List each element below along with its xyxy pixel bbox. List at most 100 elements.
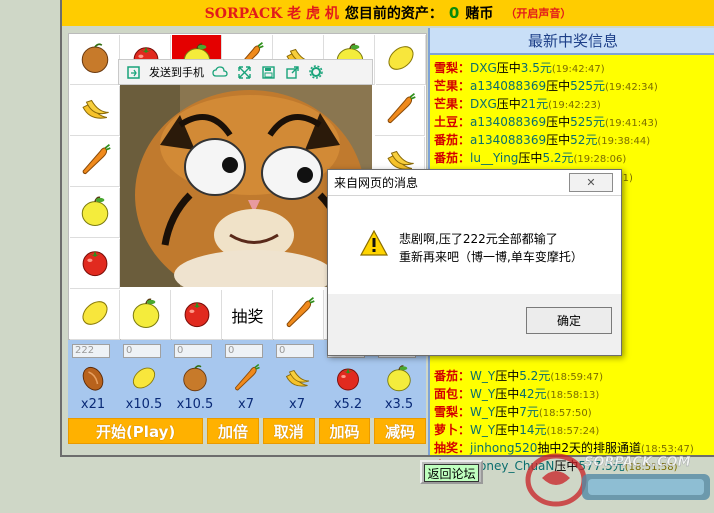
header-bar: SORPACK 老 虎 机 您目前的资产： 0 赌币 （开启声音） — [62, 0, 714, 26]
winner-row: 雪梨：DXG压中3.5元(19:42:47) — [434, 59, 714, 77]
bet-column-banana: 0 x7 — [272, 340, 322, 418]
winner-row: 芒果：a134088369压中525元(19:42:34) — [434, 77, 714, 95]
winner-fruit: 番茄： — [434, 151, 471, 166]
board-cell-banana — [70, 86, 120, 136]
winner-amount: 52元 — [570, 133, 598, 148]
winner-row: 番茄：lu__Ying压中5.2元(19:28:06) — [434, 149, 714, 167]
sorpack-watermark-logo: SORPACK.COM — [522, 444, 714, 510]
winner-time: (19:28:06) — [573, 154, 627, 166]
cloud-icon[interactable] — [212, 64, 228, 80]
lemon-icon[interactable] — [129, 362, 159, 394]
lower-button[interactable]: 减码 — [374, 418, 427, 444]
winner-user[interactable]: W_Y — [470, 423, 495, 437]
save-icon[interactable] — [260, 64, 276, 80]
tomato-icon — [78, 245, 112, 282]
winner-row: 番茄：W_Y压中5.2元(18:59:47) — [434, 367, 714, 385]
winner-text: 压中 — [495, 422, 520, 437]
winner-time: (19:38:44) — [597, 136, 651, 148]
winner-amount: 42元 — [519, 386, 547, 401]
winner-time: (19:42:23) — [548, 100, 601, 112]
board-cell-tomato — [172, 290, 222, 340]
winner-user[interactable]: DXG — [470, 61, 497, 75]
start-button[interactable]: 开始(Play) — [68, 418, 204, 444]
bet-column-carrot: 0 x7 — [221, 340, 271, 418]
phone-send-icon[interactable] — [125, 64, 141, 80]
board-cell-apple — [70, 188, 120, 238]
carrot-icon[interactable] — [231, 362, 261, 394]
carrot-icon — [78, 143, 112, 180]
dialog-message-line2: 重新再来吧（博一博,单车变摩托） — [399, 250, 583, 264]
bet-input-lemon[interactable]: 0 — [123, 344, 161, 358]
winner-fruit: 雪梨： — [434, 404, 471, 419]
apple-icon — [78, 194, 112, 231]
board-cell-lemon — [70, 290, 120, 340]
winner-user[interactable]: a134088369 — [470, 115, 546, 129]
winner-row: 萝卜：W_Y压中14元(18:57:24) — [434, 421, 714, 439]
expand-icon[interactable] — [236, 64, 252, 80]
double-button[interactable]: 加倍 — [207, 418, 259, 444]
winner-user[interactable]: lu__Ying — [470, 151, 518, 165]
winner-fruit: 面包： — [434, 386, 471, 401]
winner-fruit: 番茄： — [434, 133, 471, 148]
brand-title: SORPACK 老 虎 机 — [204, 6, 339, 22]
winner-user[interactable]: W_Y — [470, 387, 495, 401]
send-to-phone-button[interactable]: 发送到手机 — [149, 64, 204, 80]
bet-input-bread[interactable]: 222 — [72, 344, 110, 358]
dialog-ok-button[interactable]: 确定 — [526, 307, 612, 334]
svg-text:SORPACK.COM: SORPACK.COM — [584, 455, 691, 470]
winner-time: (18:59:47) — [550, 371, 604, 383]
bet-column-orange: 0 x10.5 — [170, 340, 220, 418]
bet-input-banana[interactable]: 0 — [276, 344, 314, 358]
bet-multiplier-orange: x10.5 — [176, 397, 214, 412]
winner-user[interactable]: W_Y — [470, 369, 495, 383]
apple-icon[interactable] — [384, 362, 414, 394]
winner-text: 压中 — [496, 97, 521, 112]
settings-icon[interactable] — [308, 64, 324, 80]
winner-text: 压中 — [546, 79, 571, 94]
back-to-forum-label: 返回论坛 — [424, 464, 479, 482]
winner-text: 压中 — [546, 133, 571, 148]
winner-fruit: 番茄： — [434, 368, 471, 383]
winner-amount: 5.2元 — [542, 151, 574, 166]
winner-user[interactable]: DXG — [470, 97, 497, 111]
share-icon[interactable] — [284, 64, 300, 80]
dialog-close-button[interactable]: ✕ — [569, 173, 613, 192]
winner-fruit: 芒果： — [434, 97, 471, 112]
bet-input-carrot[interactable]: 0 — [225, 344, 263, 358]
tomato-icon[interactable] — [333, 362, 363, 394]
bread-icon[interactable] — [78, 362, 108, 394]
banana-icon[interactable] — [282, 362, 312, 394]
board-cell-apple — [121, 290, 171, 340]
bet-multiplier-bread: x21 — [80, 397, 106, 412]
winner-row: 土豆：a134088369压中525元(19:41:43) — [434, 113, 714, 131]
winner-time: (19:41:43) — [605, 118, 658, 130]
assets-label: 您目前的资产： — [344, 6, 443, 22]
orange-icon — [78, 41, 112, 78]
winner-row: 面包：W_Y压中42元(18:58:13) — [434, 385, 714, 403]
winner-user[interactable]: a134088369 — [470, 79, 546, 93]
winner-amount: 525元 — [570, 115, 606, 130]
bet-multiplier-lemon: x10.5 — [125, 397, 163, 412]
winner-fruit: 土豆： — [434, 115, 471, 130]
winner-time: (19:42:47) — [551, 64, 605, 75]
raise-button[interactable]: 加码 — [318, 418, 371, 444]
board-cell-lemon — [376, 35, 426, 85]
winner-row: 雪梨：W_Y压中7元(18:57:50) — [434, 403, 714, 421]
winner-user[interactable]: W_Y — [470, 405, 495, 419]
winner-amount: 14元 — [519, 422, 547, 437]
orange-icon[interactable] — [180, 362, 210, 394]
winner-fruit: 萝卜： — [434, 422, 471, 437]
tomato-icon — [180, 296, 214, 333]
sound-toggle-link[interactable]: （开启声音） — [505, 5, 571, 21]
winner-time: (19:42:34) — [605, 82, 658, 94]
winners-title: 最新中奖信息 — [430, 28, 714, 55]
bet-input-orange[interactable]: 0 — [174, 344, 212, 358]
cancel-button[interactable]: 取消 — [262, 418, 315, 444]
assets-unit: 赌币 — [465, 6, 494, 22]
winner-fruit: 抽奖： — [434, 440, 471, 455]
back-to-forum-button[interactable]: 返回论坛 — [420, 460, 483, 484]
winner-text: 压中 — [518, 151, 543, 166]
bet-column-bread: 222 x21 — [68, 340, 118, 418]
winner-user[interactable]: a134088369 — [470, 133, 546, 147]
winner-amount: 5.2元 — [519, 368, 551, 383]
